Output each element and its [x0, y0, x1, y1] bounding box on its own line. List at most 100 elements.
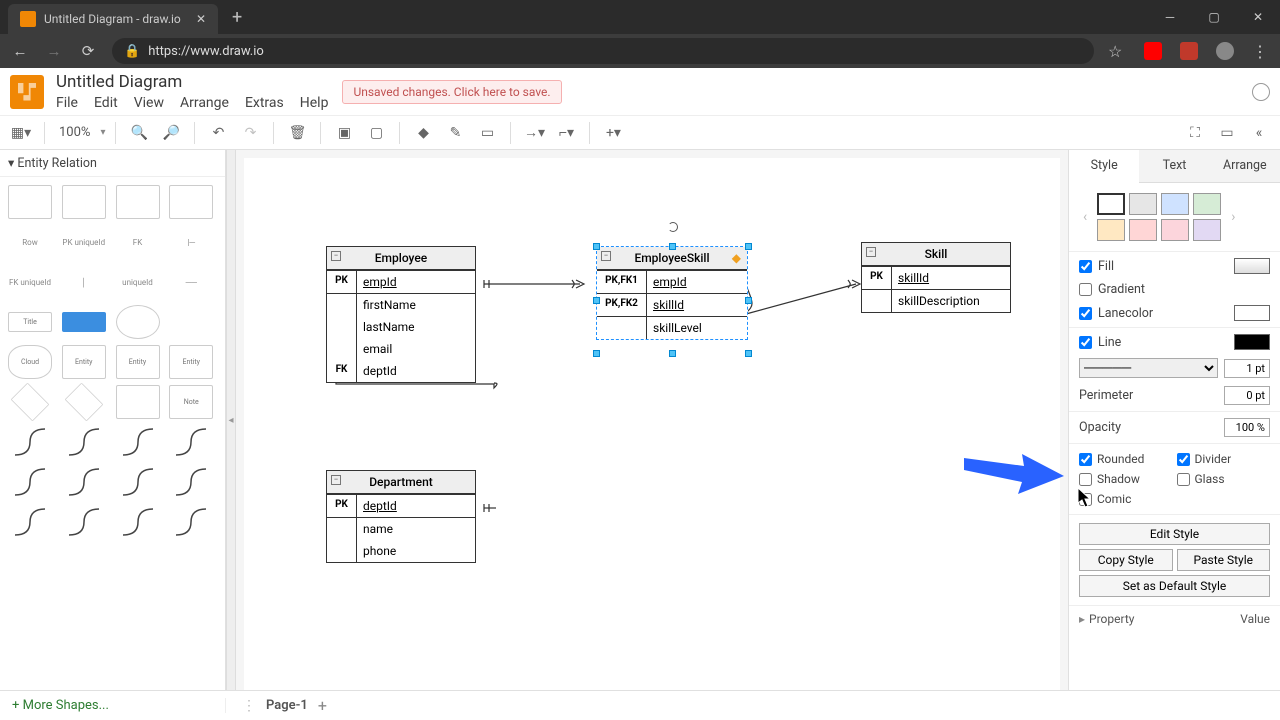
avatar-icon[interactable]	[1216, 42, 1234, 60]
document-title[interactable]: Untitled Diagram	[56, 72, 328, 92]
shape-pk[interactable]: PK uniqueId	[62, 225, 106, 259]
shape-conn-2[interactable]	[62, 425, 106, 459]
menu-arrange[interactable]: Arrange	[180, 95, 229, 111]
glass-checkbox[interactable]	[1177, 473, 1190, 486]
reload-icon[interactable]: ⟳	[78, 41, 98, 61]
collapse-icon[interactable]: «	[1246, 120, 1272, 146]
shape-fk2[interactable]: |─	[169, 225, 213, 259]
zoom-in-icon[interactable]: 🔍	[126, 120, 152, 146]
paste-style-button[interactable]: Paste Style	[1177, 549, 1271, 571]
minimize-icon[interactable]: ─	[1148, 0, 1192, 34]
line-width-field[interactable]	[1224, 359, 1270, 378]
collapse-icon[interactable]: −	[866, 247, 876, 257]
collapse-icon[interactable]: −	[331, 251, 341, 261]
tab-arrange[interactable]: Arrange	[1210, 150, 1280, 182]
lanecolor-button[interactable]	[1234, 305, 1270, 321]
entity-skill[interactable]: −Skill PKskillId skillDescription	[861, 242, 1011, 313]
fill-color-button[interactable]	[1234, 258, 1270, 274]
delete-icon[interactable]: 🗑	[284, 120, 310, 146]
shape-title-rect[interactable]: Title	[8, 312, 52, 332]
browser-tab[interactable]: Untitled Diagram - draw.io ✕	[8, 4, 218, 34]
swatch-3[interactable]	[1161, 193, 1189, 215]
fill-color-icon[interactable]: ◆	[410, 120, 436, 146]
menu-help[interactable]: Help	[300, 95, 329, 111]
language-icon[interactable]	[1252, 83, 1270, 101]
edit-style-button[interactable]: Edit Style	[1079, 523, 1270, 545]
shape-category-header[interactable]: ▾ Entity Relation	[0, 150, 225, 177]
comic-checkbox[interactable]	[1079, 493, 1092, 506]
unsaved-changes-button[interactable]: Unsaved changes. Click here to save.	[342, 80, 561, 104]
collapse-icon[interactable]: −	[601, 251, 611, 261]
menu-view[interactable]: View	[134, 95, 164, 111]
resize-handle-e[interactable]	[745, 297, 752, 304]
line-color-icon[interactable]: ✎	[442, 120, 468, 146]
resize-handle-ne[interactable]	[745, 243, 752, 250]
insert-icon[interactable]: +▾	[600, 120, 626, 146]
resize-handle-se[interactable]	[745, 350, 752, 357]
shape-uid[interactable]: uniqueId	[116, 265, 160, 299]
shape-fk3[interactable]: FK uniqueId	[8, 265, 52, 299]
to-back-icon[interactable]: ▢	[363, 120, 389, 146]
opacity-field[interactable]	[1224, 418, 1270, 437]
page-menu-icon[interactable]: ⋮	[242, 698, 256, 714]
shape-col[interactable]: │	[62, 265, 106, 299]
collapse-icon[interactable]: −	[331, 475, 341, 485]
shape-conn-1[interactable]	[8, 425, 52, 459]
entity-employee-skill[interactable]: −EmployeeSkill◆ PK,FK1empId PK,FK2skillI…	[596, 246, 748, 340]
shape-diamond-1[interactable]	[11, 383, 50, 422]
set-default-style-button[interactable]: Set as Default Style	[1079, 575, 1270, 597]
shape-conn-10[interactable]	[62, 505, 106, 539]
menu-icon[interactable]: ⋮	[1252, 42, 1270, 60]
tab-style[interactable]: Style	[1069, 150, 1139, 183]
resize-handle-nw[interactable]	[593, 243, 600, 250]
shape-conn-4[interactable]	[169, 425, 213, 459]
shape-conn-12[interactable]	[169, 505, 213, 539]
property-value-header[interactable]: ▸Property Value	[1069, 606, 1280, 632]
shape-row[interactable]: Row	[8, 225, 52, 259]
menu-extras[interactable]: Extras	[245, 95, 284, 111]
shape-conn-11[interactable]	[116, 505, 160, 539]
shape-conn-7[interactable]	[116, 465, 160, 499]
shadow-checkbox[interactable]	[1079, 473, 1092, 486]
add-page-button[interactable]: +	[318, 696, 327, 715]
shape-note[interactable]: Note	[169, 385, 213, 419]
shape-table-3[interactable]	[116, 185, 160, 219]
shape-entity-1[interactable]: Entity	[62, 345, 106, 379]
line-color-button[interactable]	[1234, 334, 1270, 350]
swatch-6[interactable]	[1129, 219, 1157, 241]
redo-icon[interactable]: ↷	[237, 120, 263, 146]
shape-conn-9[interactable]	[8, 505, 52, 539]
menu-file[interactable]: File	[56, 95, 78, 111]
shape-fk1[interactable]: FK	[116, 225, 160, 259]
next-swatches-icon[interactable]: ›	[1227, 209, 1239, 225]
shape-attribute[interactable]	[116, 305, 160, 339]
fullscreen-icon[interactable]: ⛶	[1182, 120, 1208, 146]
swatch-2[interactable]	[1129, 193, 1157, 215]
back-icon[interactable]: ←	[10, 41, 30, 61]
shape-table-2[interactable]	[62, 185, 106, 219]
shadow-icon[interactable]: ▭	[474, 120, 500, 146]
fill-checkbox[interactable]	[1079, 260, 1092, 273]
extension-icon[interactable]	[1180, 42, 1198, 60]
zoom-out-icon[interactable]: 🔎	[158, 120, 184, 146]
shape-entity-2[interactable]: Entity	[116, 345, 160, 379]
waypoints-icon[interactable]: ⌐▾	[553, 120, 579, 146]
swatch-4[interactable]	[1193, 193, 1221, 215]
zoom-level[interactable]: 100%	[55, 125, 94, 140]
shape-cloud[interactable]: Cloud	[8, 345, 52, 379]
resize-handle-s[interactable]	[669, 350, 676, 357]
star-icon[interactable]: ☆	[1108, 42, 1126, 60]
resize-handle-w[interactable]	[593, 297, 600, 304]
page-tab-1[interactable]: Page-1	[266, 698, 308, 713]
swatch-5[interactable]	[1097, 219, 1125, 241]
url-field[interactable]: 🔒 https://www.draw.io	[112, 38, 1094, 64]
shape-conn-6[interactable]	[62, 465, 106, 499]
line-checkbox[interactable]	[1079, 336, 1092, 349]
shape-table-1[interactable]	[8, 185, 52, 219]
undo-icon[interactable]: ↶	[205, 120, 231, 146]
swatch-1[interactable]	[1097, 193, 1125, 215]
swatch-7[interactable]	[1161, 219, 1189, 241]
close-tab-icon[interactable]: ✕	[196, 12, 206, 26]
resize-handle-n[interactable]	[669, 243, 676, 250]
sidebar-collapse[interactable]: ◂	[226, 150, 236, 690]
